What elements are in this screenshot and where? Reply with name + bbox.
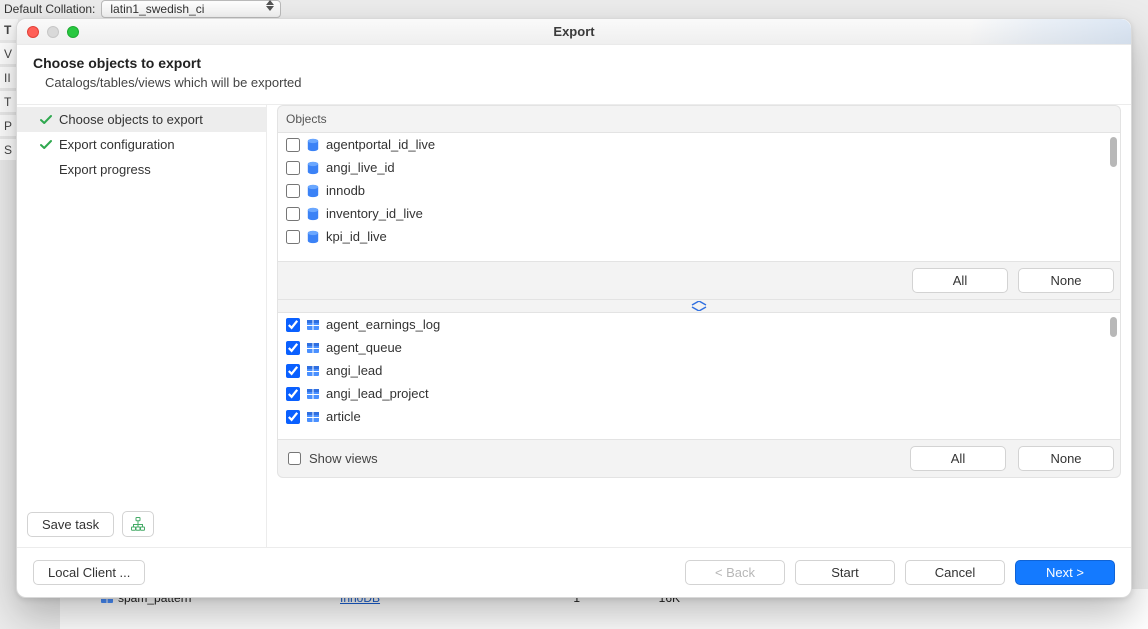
table-none-button[interactable]: None — [1018, 446, 1114, 471]
wizard-title: Choose objects to export — [33, 55, 1115, 71]
catalog-name: innodb — [326, 183, 365, 198]
show-views-toggle[interactable]: Show views — [284, 451, 378, 466]
wizard-step[interactable]: Export configuration — [17, 132, 266, 157]
table-name: angi_lead_project — [326, 386, 429, 401]
catalog-row[interactable]: inventory_id_live — [278, 202, 1120, 225]
database-icon — [306, 138, 320, 152]
show-views-checkbox[interactable] — [288, 452, 301, 465]
window-zoom[interactable] — [67, 26, 79, 38]
catalog-checkbox[interactable] — [286, 207, 300, 221]
export-dialog: Export Choose objects to export Catalogs… — [16, 18, 1132, 598]
table-name: article — [326, 409, 361, 424]
cancel-button[interactable]: Cancel — [905, 560, 1005, 585]
catalog-row[interactable]: angi_live_id — [278, 156, 1120, 179]
back-button: < Back — [685, 560, 785, 585]
catalog-row[interactable]: kpi_id_live — [278, 225, 1120, 248]
catalog-checkbox[interactable] — [286, 184, 300, 198]
catalog-listbox[interactable]: agentportal_id_live angi_live_idinnodb inv… — [277, 132, 1121, 262]
window-close[interactable] — [27, 26, 39, 38]
catalog-name: kpi_id_live — [326, 229, 387, 244]
wizard-step[interactable]: Choose objects to export — [17, 107, 266, 132]
catalog-checkbox[interactable] — [286, 161, 300, 175]
table-icon — [306, 364, 320, 378]
database-icon — [306, 184, 320, 198]
wizard-subtitle: Catalogs/tables/views which will be expo… — [33, 75, 1115, 90]
database-icon — [306, 230, 320, 244]
table-icon — [306, 318, 320, 332]
catalog-name: angi_live_id — [326, 160, 395, 175]
collation-value: latin1_swedish_ci — [110, 2, 204, 16]
wizard-step-label: Export configuration — [59, 137, 175, 152]
splitter-handle[interactable] — [277, 300, 1121, 312]
objects-panel: Objects agentportal_id_live angi_live_idi… — [267, 105, 1131, 547]
table-row[interactable]: article — [278, 405, 1120, 428]
table-row[interactable]: angi_lead_project — [278, 382, 1120, 405]
check-icon — [39, 138, 53, 152]
table-row[interactable]: agent_queue — [278, 336, 1120, 359]
table-checkbox[interactable] — [286, 364, 300, 378]
catalog-checkbox[interactable] — [286, 230, 300, 244]
wizard-header: Choose objects to export Catalogs/tables… — [17, 45, 1131, 105]
table-all-button[interactable]: All — [910, 446, 1006, 471]
catalog-checkbox[interactable] — [286, 138, 300, 152]
catalog-all-button[interactable]: All — [912, 268, 1008, 293]
table-row[interactable]: angi_lead — [278, 359, 1120, 382]
table-checkbox[interactable] — [286, 318, 300, 332]
table-name: agent_queue — [326, 340, 402, 355]
check-icon — [39, 113, 53, 127]
local-client-button[interactable]: Local Client ... — [33, 560, 145, 585]
wizard-step-label: Export progress — [59, 162, 151, 177]
titlebar: Export — [17, 19, 1131, 45]
window-minimize — [47, 26, 59, 38]
step-bullet-icon — [39, 163, 53, 177]
show-views-label: Show views — [309, 451, 378, 466]
wizard-footer: Local Client ... < Back Start Cancel Nex… — [17, 547, 1131, 597]
catalog-none-button[interactable]: None — [1018, 268, 1114, 293]
table-listbox[interactable]: agent_earnings_log agent_queue angi_leadan… — [277, 312, 1121, 440]
catalog-row[interactable]: agentportal_id_live — [278, 133, 1120, 156]
table-row[interactable]: agent_earnings_log — [278, 313, 1120, 336]
wizard-step-label: Choose objects to export — [59, 112, 203, 127]
wizard-step[interactable]: Export progress — [17, 157, 266, 182]
table-icon — [306, 387, 320, 401]
database-icon — [306, 161, 320, 175]
window-title: Export — [17, 24, 1131, 39]
table-name: agent_earnings_log — [326, 317, 440, 332]
save-task-button[interactable]: Save task — [27, 512, 114, 537]
table-icon — [306, 410, 320, 424]
table-checkbox[interactable] — [286, 387, 300, 401]
start-button[interactable]: Start — [795, 560, 895, 585]
catalog-name: inventory_id_live — [326, 206, 423, 221]
table-name: angi_lead — [326, 363, 382, 378]
tree-icon-button[interactable] — [122, 511, 154, 537]
database-icon — [306, 207, 320, 221]
table-checkbox[interactable] — [286, 341, 300, 355]
titlebar-ribbon — [971, 19, 1131, 44]
table-checkbox[interactable] — [286, 410, 300, 424]
collation-dropdown[interactable]: latin1_swedish_ci — [101, 0, 281, 18]
catalog-name: agentportal_id_live — [326, 137, 435, 152]
sidebar: Choose objects to export Export configura… — [17, 105, 267, 547]
next-button[interactable]: Next > — [1015, 560, 1115, 585]
collation-label: Default Collation: — [4, 2, 95, 16]
table-icon — [306, 341, 320, 355]
catalog-row[interactable]: innodb — [278, 179, 1120, 202]
objects-label: Objects — [277, 105, 1121, 132]
